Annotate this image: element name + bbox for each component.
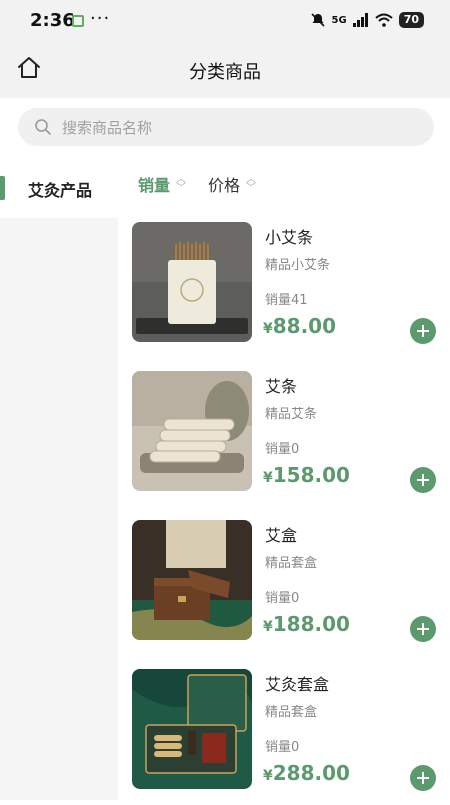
product-price: ¥158.00 [263, 463, 350, 487]
product-sales: 销量41 [265, 293, 308, 308]
product-list: 小艾条 精品小艾条 销量41 ¥88.00 艾条 精品艾条 销量0 ¥158.0… [118, 210, 450, 800]
product-card[interactable]: 小艾条 精品小艾条 销量41 ¥88.00 [118, 210, 450, 358]
page-title: 分类商品 [189, 62, 261, 83]
add-to-cart-button[interactable] [410, 318, 436, 344]
product-name: 艾灸套盒 [265, 675, 330, 694]
nav-bar: 分类商品 [0, 40, 450, 98]
product-image[interactable] [132, 222, 252, 342]
add-to-cart-button[interactable] [410, 765, 436, 791]
product-card[interactable]: 艾灸套盒 精品套盒 销量0 ¥288.00 [118, 657, 450, 805]
product-price: ¥288.00 [263, 761, 350, 785]
status-icons: 5G 70 [310, 12, 424, 28]
sort-by-price[interactable]: 价格 ︿ ﹀ [208, 172, 256, 196]
price-value: 158.00 [272, 463, 350, 487]
sort-bar: 销量 ︿ ﹀ 价格 ︿ ﹀ [118, 158, 450, 210]
status-more-icon: ··· [90, 8, 111, 29]
search-bar[interactable] [18, 108, 434, 148]
sort-arrows-icon: ︿ ﹀ [176, 174, 187, 194]
product-name: 艾条 [265, 377, 298, 396]
price-value: 88.00 [272, 314, 337, 338]
product-card[interactable]: 艾盒 精品套盒 销量0 ¥188.00 [118, 508, 450, 656]
category-sidebar: 艾灸产品 [0, 158, 118, 800]
sort-label: 价格 [208, 176, 241, 195]
product-image[interactable] [132, 520, 252, 640]
sort-by-sales[interactable]: 销量 ︿ ﹀ [138, 172, 186, 196]
signal-icon [352, 13, 368, 27]
search-icon [35, 119, 51, 135]
price-value: 188.00 [272, 612, 350, 636]
price-currency: ¥ [263, 619, 273, 635]
product-subtitle: 精品艾条 [265, 407, 318, 422]
mute-icon [310, 13, 325, 27]
add-to-cart-button[interactable] [410, 616, 436, 642]
battery-indicator: 70 [398, 12, 424, 28]
wifi-icon [375, 13, 393, 27]
status-time: 2:36 [30, 10, 75, 31]
price-currency: ¥ [263, 470, 273, 486]
active-indicator [0, 176, 5, 200]
product-subtitle: 精品套盒 [265, 556, 318, 571]
product-sales: 销量0 [265, 442, 300, 457]
product-image[interactable] [132, 371, 252, 491]
product-sales: 销量0 [265, 740, 300, 755]
price-currency: ¥ [263, 768, 273, 784]
sort-label: 销量 [138, 176, 171, 195]
add-to-cart-button[interactable] [410, 467, 436, 493]
product-sales: 销量0 [265, 591, 300, 606]
network-type: 5G [331, 14, 347, 26]
product-name: 艾盒 [265, 526, 298, 545]
price-currency: ¥ [263, 321, 273, 337]
product-subtitle: 精品小艾条 [265, 258, 331, 273]
product-subtitle: 精品套盒 [265, 705, 318, 720]
product-card[interactable]: 艾条 精品艾条 销量0 ¥158.00 [118, 359, 450, 507]
search-section [0, 98, 450, 158]
notification-dot-icon [72, 15, 84, 27]
sidebar-item-label: 艾灸产品 [28, 181, 93, 200]
product-name: 小艾条 [265, 228, 314, 247]
product-price: ¥188.00 [263, 612, 350, 636]
product-image[interactable] [132, 669, 252, 789]
product-price: ¥88.00 [263, 314, 336, 338]
sort-arrows-icon: ︿ ﹀ [246, 174, 257, 194]
sidebar-item-moxibustion[interactable]: 艾灸产品 [0, 158, 118, 218]
search-input[interactable] [60, 108, 424, 148]
status-bar: 2:36 ··· 5G 70 [0, 0, 450, 40]
price-value: 288.00 [272, 761, 350, 785]
